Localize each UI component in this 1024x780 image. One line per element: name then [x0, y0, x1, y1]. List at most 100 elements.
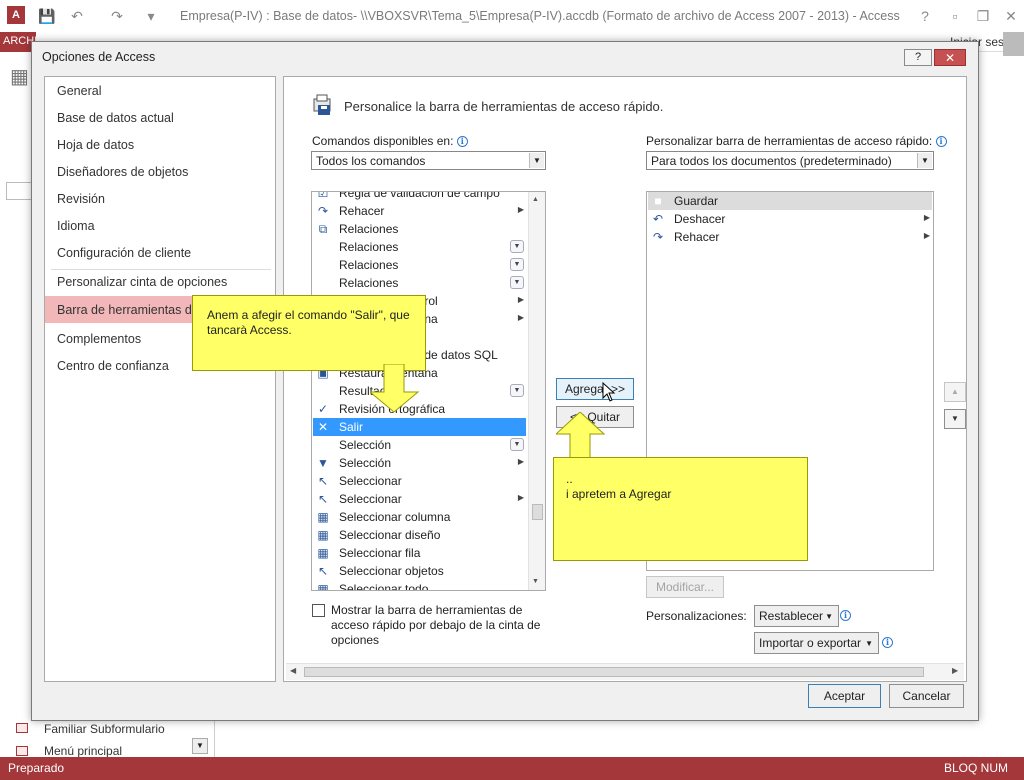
ribbon-display-icon[interactable]: ▫ — [946, 7, 964, 25]
info-icon[interactable]: i — [840, 610, 851, 621]
item-label: Seleccionar columna — [339, 510, 451, 524]
cancel-button[interactable]: Cancelar — [889, 684, 964, 708]
item-label: Relaciones — [339, 258, 399, 272]
customize-qat-dropdown[interactable]: Para todos los documentos (predeterminad… — [646, 151, 934, 170]
commands-label: Comandos disponibles en: i — [312, 134, 468, 148]
commands-scrollbar[interactable]: ▲ ▼ — [528, 192, 545, 590]
info-icon[interactable]: i — [935, 136, 947, 148]
command-item[interactable]: Relaciones ▼ — [313, 274, 526, 292]
category-current-database[interactable]: Base de datos actual — [45, 104, 275, 131]
command-item[interactable]: ↷ Rehacer ▶ — [313, 202, 526, 220]
user-avatar[interactable] — [1003, 32, 1024, 56]
nav-item[interactable]: Menú principal — [44, 744, 122, 758]
item-label: Seleccionar diseño — [339, 528, 441, 542]
help-icon[interactable]: ? — [916, 7, 934, 25]
command-item[interactable]: ↖ Seleccionar ▶ — [313, 490, 526, 508]
toolbar-customize-icon — [313, 94, 331, 115]
move-down-button[interactable]: ▼ — [944, 409, 966, 429]
chevron-right-icon: ▶ — [517, 493, 524, 502]
close-button[interactable]: ✕ — [934, 49, 966, 66]
move-up-button[interactable]: ▲ — [944, 382, 966, 402]
undo-icon[interactable]: ↶ — [68, 7, 86, 25]
command-item[interactable]: ▦ Seleccionar fila — [313, 544, 526, 562]
command-item[interactable]: Relaciones ▼ — [313, 238, 526, 256]
show-below-checkbox[interactable] — [312, 604, 325, 617]
commands-dropdown-value: Todos los comandos — [316, 154, 426, 168]
category-client-settings[interactable]: Configuración de cliente — [45, 239, 275, 266]
category-object-designers[interactable]: Diseñadores de objetos — [45, 158, 275, 185]
reset-button-label: Restablecer — [759, 609, 824, 623]
search-box[interactable] — [6, 182, 32, 200]
pointer-icon: ↖ — [317, 474, 329, 488]
annotation-callout: Anem a afegir el comando "Salir", que ta… — [192, 295, 426, 371]
chevron-right-icon: ▶ — [517, 205, 524, 214]
category-proofing[interactable]: Revisión — [45, 185, 275, 212]
redo-icon[interactable]: ↷ — [108, 7, 126, 25]
category-customize-ribbon[interactable]: Personalizar cinta de opciones — [45, 268, 275, 295]
category-language[interactable]: Idioma — [45, 212, 275, 239]
arrow-up-icon — [556, 412, 606, 462]
help-button[interactable]: ? — [904, 49, 932, 66]
scroll-right-icon[interactable]: ▶ — [952, 666, 958, 675]
scroll-down-icon[interactable]: ▼ — [532, 578, 539, 585]
command-item[interactable]: Relaciones ▼ — [313, 256, 526, 274]
commands-label-text: Comandos disponibles en: — [312, 134, 454, 148]
command-item[interactable]: Selección ▼ — [313, 436, 526, 454]
view-icon[interactable]: ▦ — [10, 64, 32, 88]
info-icon[interactable]: i — [456, 136, 468, 148]
item-label: Deshacer — [674, 212, 726, 226]
item-label: Guardar — [674, 194, 719, 208]
item-label: Rehacer — [339, 204, 385, 218]
customize-qat-dropdown-value: Para todos los documentos (predeterminad… — [651, 154, 892, 168]
commands-list[interactable]: ☑ Regla de validación de campo ↷ Rehacer ▶ ⧉ R… — [311, 191, 546, 591]
nav-item[interactable]: Familiar Subformulario — [44, 722, 165, 736]
category-list: General Base de datos actual Hoja de dat… — [44, 76, 280, 682]
category-general[interactable]: General — [45, 77, 275, 104]
command-item[interactable]: ▦ Seleccionar diseño — [313, 526, 526, 544]
info-icon[interactable]: i — [882, 637, 893, 648]
import-export-button[interactable]: Importar o exportar ▼ — [754, 632, 879, 654]
content-hscrollbar[interactable]: ◀ ▶ — [286, 663, 964, 680]
command-item[interactable]: ☑ Regla de validación de campo — [313, 192, 526, 202]
command-item[interactable]: ⧉ Relaciones — [313, 220, 526, 238]
chevron-down-icon: ▼ — [510, 438, 524, 451]
scroll-left-icon[interactable]: ◀ — [290, 666, 296, 675]
chevron-down-icon[interactable]: ▼ — [917, 153, 932, 168]
command-item[interactable]: ▼ Selección ▶ — [313, 454, 526, 472]
reset-button[interactable]: Restablecer ▼ — [754, 605, 839, 627]
close-window-icon[interactable]: ✕ — [1002, 7, 1020, 25]
scroll-thumb[interactable] — [532, 504, 543, 520]
command-item[interactable]: ↖ Seleccionar — [313, 472, 526, 490]
restore-icon[interactable]: ❐ — [974, 7, 992, 25]
show-below-label[interactable]: Mostrar la barra de herramientas de acce… — [331, 603, 551, 648]
qat-item[interactable]: ■ Guardar — [648, 192, 932, 210]
command-item[interactable]: ▦ Seleccionar columna — [313, 508, 526, 526]
save-icon[interactable]: 💾 — [38, 7, 56, 25]
commands-dropdown[interactable]: Todos los comandos ▼ — [311, 151, 546, 170]
chevron-right-icon: ▶ — [517, 313, 524, 322]
command-item[interactable]: ▦ Seleccionar todo — [313, 580, 526, 590]
dialog-title: Opciones de Access — [42, 50, 156, 64]
ok-button[interactable]: Aceptar — [808, 684, 881, 708]
modify-button[interactable]: Modificar... — [646, 576, 724, 598]
access-logo-icon: A — [7, 6, 25, 24]
arrow-down-icon — [370, 364, 420, 413]
chevron-down-icon: ▼ — [510, 276, 524, 289]
customize-qat-icon[interactable]: ▾ — [142, 7, 160, 25]
scroll-thumb[interactable] — [304, 667, 924, 677]
qat-item[interactable]: ↷ Rehacer ▶ — [648, 228, 932, 246]
chevron-down-icon[interactable]: ▼ — [529, 153, 544, 168]
command-item[interactable]: ↖ Seleccionar objetos — [313, 562, 526, 580]
qat-item[interactable]: ↶ Deshacer ▶ — [648, 210, 932, 228]
annotation-dots: .. — [566, 472, 573, 486]
app-titlebar: A 💾 ↶ ↷ ▾ Empresa(P-IV) : Base de datos-… — [0, 0, 1024, 32]
pointer-icon: ↖ — [317, 564, 329, 578]
scroll-up-icon[interactable]: ▲ — [532, 196, 539, 203]
form-icon — [16, 746, 28, 756]
add-button[interactable]: Agregar >> — [556, 378, 634, 400]
command-item[interactable]: ✕ Salir — [313, 418, 526, 436]
pointer-icon: ↖ — [317, 492, 329, 506]
nav-scroll-down-icon[interactable]: ▼ — [192, 738, 208, 754]
category-datasheet[interactable]: Hoja de datos — [45, 131, 275, 158]
item-label: Selección — [339, 438, 392, 452]
